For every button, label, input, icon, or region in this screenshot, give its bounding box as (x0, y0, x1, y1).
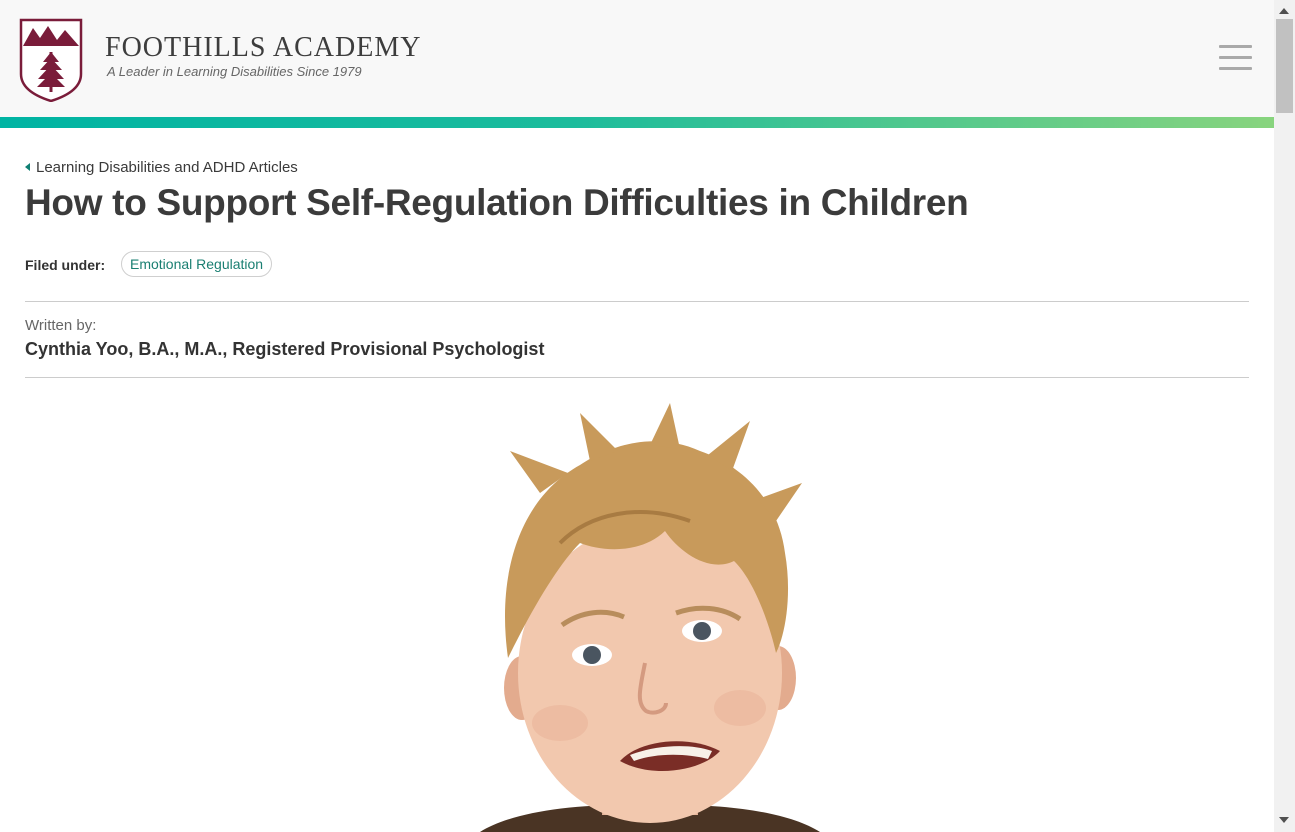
site-name[interactable]: FOOTHILLS ACADEMY (105, 32, 421, 64)
breadcrumb-label: Learning Disabilities and ADHD Articles (36, 159, 298, 176)
written-by-label: Written by: (25, 317, 97, 334)
scroll-up-arrow-icon[interactable] (1279, 8, 1289, 14)
filed-under-label: Filed under: (25, 257, 106, 273)
scrollbar-thumb[interactable] (1276, 19, 1293, 113)
article-title: How to Support Self-Regulation Difficult… (25, 182, 969, 223)
site-header: FOOTHILLS ACADEMY A Leader in Learning D… (0, 0, 1274, 117)
article-hero-image (440, 403, 860, 832)
header-accent-bar (0, 117, 1274, 128)
author-name: Cynthia Yoo, B.A., M.A., Registered Prov… (25, 339, 545, 359)
tag-emotional-regulation[interactable]: Emotional Regulation (121, 251, 273, 277)
menu-bar (1219, 67, 1252, 70)
hamburger-menu-icon[interactable] (1218, 43, 1254, 73)
breadcrumb-back-link[interactable]: Learning Disabilities and ADHD Articles (25, 159, 298, 176)
vertical-scrollbar[interactable] (1274, 0, 1295, 832)
menu-bar (1219, 56, 1252, 59)
menu-bar (1219, 45, 1252, 48)
site-tagline: A Leader in Learning Disabilities Since … (107, 64, 362, 79)
foothills-shield-logo[interactable] (19, 18, 83, 102)
scroll-down-arrow-icon[interactable] (1279, 817, 1289, 823)
divider (25, 377, 1249, 378)
caret-left-icon (25, 163, 30, 171)
divider (25, 301, 1249, 302)
